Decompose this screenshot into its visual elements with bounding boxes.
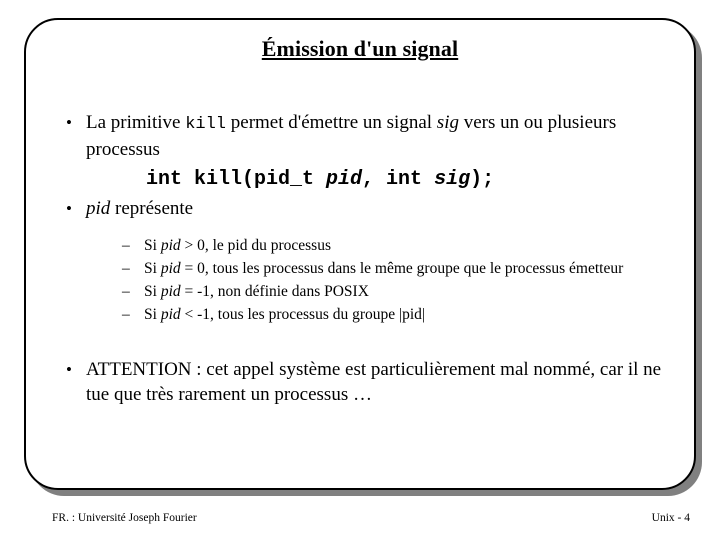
sub-item-ital: pid <box>160 283 181 300</box>
list-item: – Si pid < -1, tous les processus du gro… <box>122 304 680 325</box>
sub-item-pre: Si <box>144 260 161 277</box>
bullet-marker: • <box>66 199 72 218</box>
code-signature: int kill(pid_t pid, int sig); <box>50 166 680 194</box>
sub-item-post: > 0, le pid du processus <box>180 237 332 254</box>
sub-item-ital: pid <box>160 237 181 254</box>
slide: Émission d'un signal • La primitive kill… <box>0 0 720 540</box>
code-arg-pid: pid <box>326 168 363 191</box>
sub-item-ital: pid <box>160 260 181 277</box>
bullet-text-sig: sig <box>436 112 459 133</box>
sub-item-pre: Si <box>144 283 161 300</box>
sub-item-pre: Si <box>144 306 161 323</box>
code-after: ); <box>470 168 495 191</box>
bullet2-ital: pid <box>86 198 111 219</box>
bullet-item-2: • pid représente <box>50 196 680 221</box>
bullet-text-part-1: La primitive <box>86 112 186 133</box>
bullet-text-part-2: permet d'émettre un signal <box>226 112 437 133</box>
bullet-marker: • <box>66 360 72 379</box>
sub-item-pre: Si <box>144 237 161 254</box>
bullet-marker: • <box>66 113 72 132</box>
list-item: – Si pid = -1, non définie dans POSIX <box>122 281 680 302</box>
code-arg-sig: sig <box>434 168 471 191</box>
slide-content: Émission d'un signal • La primitive kill… <box>24 18 696 490</box>
bullet-item-3: • ATTENTION : cet appel système est part… <box>50 357 680 407</box>
footer-right: Unix - 4 <box>651 512 690 524</box>
bullet-text-kill: kill <box>185 115 227 134</box>
code-middle: , int <box>362 168 435 191</box>
page-title: Émission d'un signal <box>261 36 459 61</box>
list-item: – Si pid = 0, tous les processus dans le… <box>122 258 680 279</box>
dash-marker: – <box>122 283 130 300</box>
bullet3-text: ATTENTION : cet appel système est partic… <box>86 359 662 405</box>
footer-left: FR. : Université Joseph Fourier <box>52 512 197 524</box>
sub-item-ital: pid <box>160 306 181 323</box>
dash-marker: – <box>122 237 130 254</box>
bullet2-rest: représente <box>110 198 194 219</box>
bullet-item-1: • La primitive kill permet d'émettre un … <box>50 110 680 162</box>
sub-item-post: = 0, tous les processus dans le même gro… <box>180 260 624 277</box>
code-before: int kill(pid_t <box>146 168 327 191</box>
dash-marker: – <box>122 306 130 323</box>
sub-item-list: – Si pid > 0, le pid du processus – Si p… <box>50 235 680 325</box>
list-item: – Si pid > 0, le pid du processus <box>122 235 680 256</box>
sub-item-post: < -1, tous les processus du groupe |pid| <box>180 306 426 323</box>
sub-item-post: = -1, non définie dans POSIX <box>180 283 369 300</box>
slide-body: • La primitive kill permet d'émettre un … <box>50 110 680 407</box>
dash-marker: – <box>122 260 130 277</box>
